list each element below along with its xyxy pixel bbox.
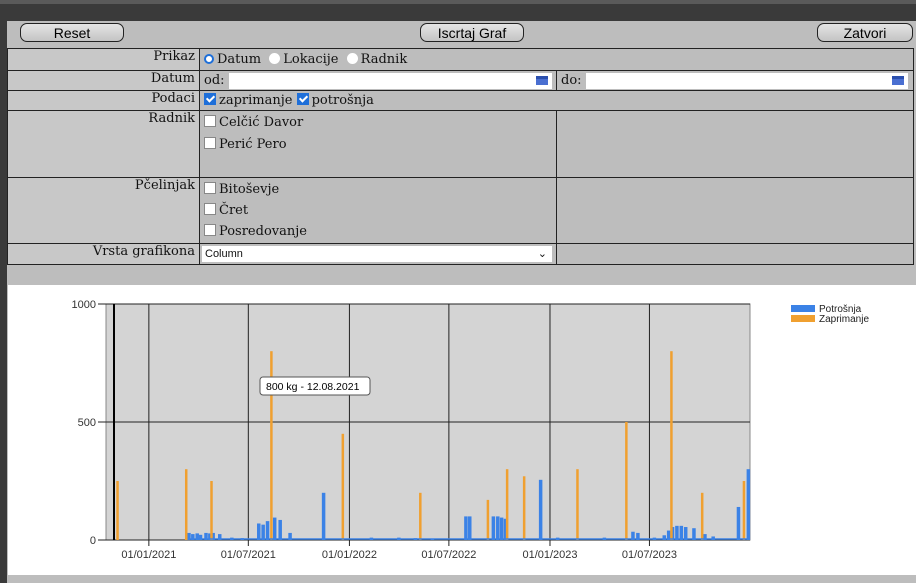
title-strip: [0, 0, 916, 4]
bar-potrosnja: [496, 516, 500, 540]
bar-potrosnja: [692, 528, 696, 540]
bar-potrosnja: [272, 517, 277, 540]
calendar-icon[interactable]: [891, 75, 904, 85]
datum-label: Datum: [7, 70, 200, 91]
pcelinjak-label: Pčelinjak: [7, 177, 200, 244]
bar-potrosnja: [683, 527, 688, 540]
checkbox-zaprimanje[interactable]: zaprimanje: [204, 93, 292, 108]
bar-potrosnja: [261, 524, 265, 540]
date-from-label: od:: [204, 73, 225, 88]
calendar-icon[interactable]: [535, 75, 548, 85]
bar-potrosnja: [265, 521, 270, 540]
filter-form: Prikaz Datum Lokacije Radnik Datum od: d…: [7, 48, 914, 265]
checkbox-pcelinjak-3[interactable]: Posredovanje: [204, 221, 552, 242]
x-tick-label: 01/01/2022: [322, 549, 377, 561]
x-tick-label: 01/01/2023: [522, 549, 577, 561]
bar-potrosnja: [746, 469, 751, 540]
bar-potrosnja: [736, 506, 741, 540]
checkbox-checked-icon: [296, 93, 309, 105]
checkbox-potrosnja[interactable]: potrošnja: [296, 93, 374, 108]
bar-zaprimanje: [184, 469, 188, 540]
bar-zaprimanje: [419, 492, 422, 540]
x-tick-label: 01/07/2021: [221, 549, 276, 561]
chart-area: 0 500 1000 01/01/2021 01/07/2021 01/01/2022 01…: [8, 285, 916, 575]
legend-swatch: [791, 315, 815, 322]
bar-potrosnja: [499, 517, 504, 540]
y-tick-label: 500: [78, 417, 96, 429]
bar-zaprimanje: [486, 499, 490, 540]
legend-swatch: [791, 305, 815, 312]
tooltip-text: 800 kg - 12.08.2021: [266, 381, 360, 393]
bar-potrosnja: [321, 492, 326, 540]
checkbox-icon: [204, 115, 216, 127]
y-tick-label: 1000: [72, 299, 96, 311]
date-to-cell: do:: [556, 70, 914, 91]
bar-zaprimanje: [341, 433, 345, 540]
date-from-cell: od:: [199, 70, 557, 91]
bar-zaprimanje: [522, 476, 526, 540]
radio-datum[interactable]: Datum: [204, 52, 261, 67]
pcelinjak-empty-cell: [556, 177, 914, 244]
bar-zaprimanje: [576, 469, 579, 540]
vrsta-label: Vrsta grafikona: [7, 243, 200, 265]
bar-zaprimanje: [505, 469, 509, 540]
draw-chart-button[interactable]: Iscrtaj Graf: [420, 23, 524, 42]
bar-zaprimanje: [700, 492, 704, 540]
bar-potrosnja: [464, 516, 468, 540]
checkbox-icon: [204, 182, 216, 194]
date-from-input[interactable]: [228, 72, 552, 89]
checkbox-pcelinjak-2[interactable]: Čret: [204, 200, 552, 221]
date-to-label: do:: [561, 73, 582, 88]
chart-type-select[interactable]: Column ⌄: [202, 246, 552, 262]
vrsta-empty-cell: [556, 243, 914, 265]
chevron-down-icon: ⌄: [537, 248, 547, 260]
prikaz-options: Datum Lokacije Radnik: [199, 48, 914, 71]
bar-zaprimanje: [625, 422, 628, 540]
bar-zaprimanje: [670, 351, 673, 540]
radio-lokacije[interactable]: Lokacije: [269, 52, 339, 67]
close-button[interactable]: Zatvori: [817, 23, 913, 42]
reset-button[interactable]: Reset: [20, 23, 124, 42]
radio-icon: [269, 53, 281, 64]
radio-radnik[interactable]: Radnik: [346, 52, 407, 67]
bar-potrosnja: [257, 523, 261, 540]
checkbox-radnik-2[interactable]: Perić Pero: [204, 134, 552, 156]
podaci-options: zaprimanje potrošnja: [199, 90, 914, 111]
checkbox-checked-icon: [204, 93, 216, 105]
radnik-empty-cell: [556, 110, 914, 178]
bar-zaprimanje: [116, 481, 119, 540]
checkbox-icon: [204, 224, 216, 236]
checkbox-icon: [204, 137, 216, 149]
podaci-label: Podaci: [7, 90, 200, 111]
radio-icon: [346, 53, 358, 64]
bar-potrosnja: [675, 525, 679, 540]
chart-svg: 0 500 1000 01/01/2021 01/07/2021 01/01/2022 01…: [72, 299, 870, 561]
radnik-label: Radnik: [7, 110, 200, 178]
checkbox-radnik-1[interactable]: Celčić Davor: [204, 112, 552, 134]
x-tick-label: 01/07/2022: [421, 549, 476, 561]
date-to-input[interactable]: [585, 72, 908, 89]
legend-label: Zaprimanje: [819, 314, 869, 325]
bar-potrosnja: [468, 516, 472, 540]
checkbox-pcelinjak-1[interactable]: Bitoševje: [204, 179, 552, 200]
checkbox-icon: [204, 203, 216, 215]
bar-potrosnja: [491, 516, 496, 540]
pcelinjak-list: Bitoševje Čret Posredovanje: [199, 177, 557, 244]
bar-potrosnja: [538, 479, 543, 540]
radio-selected-icon: [204, 54, 214, 64]
x-tick-label: 01/07/2023: [622, 549, 677, 561]
bar-zaprimanje: [210, 481, 213, 540]
x-tick-label: 01/01/2021: [121, 549, 176, 561]
bar-zaprimanje: [742, 481, 746, 540]
radnik-list: Celčić Davor Perić Pero: [199, 110, 557, 178]
y-tick-label: 0: [90, 535, 96, 547]
vrsta-cell: Column ⌄: [199, 243, 557, 265]
bar-potrosnja: [278, 519, 282, 540]
bar-potrosnja: [679, 525, 684, 540]
prikaz-label: Prikaz: [7, 48, 200, 71]
